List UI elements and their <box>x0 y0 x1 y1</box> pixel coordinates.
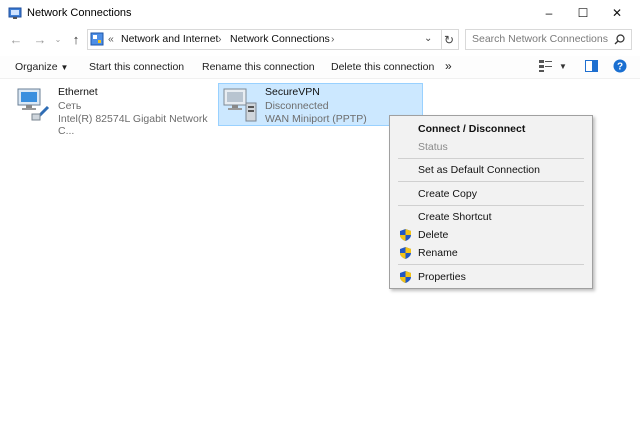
address-bar[interactable]: « Network and Internet › Network Connect… <box>87 29 442 50</box>
menu-separator <box>398 205 584 206</box>
control-panel-icon <box>90 32 104 46</box>
delete-connection-button[interactable]: Delete this connection <box>331 61 434 73</box>
address-dropdown-icon[interactable]: ⌄ <box>424 33 432 44</box>
window-title: Network Connections <box>27 7 132 19</box>
organize-button[interactable]: Organize ▼ <box>15 61 68 73</box>
search-icon[interactable] <box>614 34 625 45</box>
menu-create-copy[interactable]: Create Copy <box>418 188 477 200</box>
refresh-button[interactable]: ↻ <box>440 29 459 50</box>
preview-pane-icon[interactable] <box>585 60 598 72</box>
rename-connection-button[interactable]: Rename this connection <box>202 61 315 73</box>
search-box[interactable]: Search Network Connections <box>465 29 632 50</box>
vpn-adapter-icon <box>223 88 257 122</box>
more-commands-button[interactable]: » <box>445 59 452 73</box>
forward-arrow-icon: → <box>33 31 47 47</box>
network-folder-icon <box>8 7 22 19</box>
connection-status: Сеть <box>58 100 82 112</box>
breadcrumb-separator: › <box>218 33 222 45</box>
up-button[interactable]: ↑ <box>68 31 84 47</box>
search-placeholder: Search Network Connections <box>472 33 608 45</box>
context-menu: Connect / Disconnect Status Set as Defau… <box>389 115 593 289</box>
menu-separator <box>398 181 584 182</box>
uac-shield-icon <box>400 247 411 259</box>
menu-separator <box>398 264 584 265</box>
menu-create-shortcut[interactable]: Create Shortcut <box>418 211 492 223</box>
close-button[interactable]: ✕ <box>594 0 640 26</box>
up-arrow-icon: ↑ <box>72 31 80 47</box>
back-arrow-icon: ← <box>9 31 23 47</box>
connection-name: SecureVPN <box>265 86 320 98</box>
start-connection-button[interactable]: Start this connection <box>89 61 184 73</box>
uac-shield-icon <box>400 271 411 283</box>
organize-label: Organize <box>15 61 58 73</box>
menu-rename[interactable]: Rename <box>418 247 458 259</box>
refresh-icon: ↻ <box>443 32 455 47</box>
ethernet-adapter-icon <box>17 88 50 121</box>
change-view-icon[interactable] <box>539 60 553 72</box>
view-options-dropdown-icon[interactable]: ▼ <box>559 62 567 71</box>
menu-status[interactable]: Status <box>418 141 448 153</box>
menu-delete[interactable]: Delete <box>418 229 448 241</box>
dropdown-arrow-icon: ▼ <box>60 63 69 72</box>
uac-shield-icon <box>400 229 411 241</box>
menu-separator <box>398 158 584 159</box>
breadcrumb-separator: › <box>331 33 335 45</box>
help-icon[interactable]: ? <box>613 59 627 73</box>
connection-ethernet[interactable]: Ethernet Сеть Intel(R) 82574L Gigabit Ne… <box>12 83 217 137</box>
chevron-down-icon: ⌄ <box>54 34 62 44</box>
breadcrumb-network-and-internet[interactable]: Network and Internet <box>121 33 218 45</box>
recent-locations-button[interactable]: ⌄ <box>50 31 66 47</box>
breadcrumb-overflow[interactable]: « <box>108 33 114 45</box>
menu-connect-disconnect[interactable]: Connect / Disconnect <box>418 123 525 135</box>
connection-device: Intel(R) 82574L Gigabit Network C... <box>58 113 208 137</box>
connection-name: Ethernet <box>58 86 98 98</box>
breadcrumb-network-connections[interactable]: Network Connections <box>230 33 330 45</box>
menu-properties[interactable]: Properties <box>418 271 466 283</box>
back-button[interactable]: ← <box>8 31 24 47</box>
connection-status: Disconnected <box>265 100 329 112</box>
menu-set-default[interactable]: Set as Default Connection <box>418 164 540 176</box>
connection-device: WAN Miniport (PPTP) <box>265 113 367 125</box>
forward-button[interactable]: → <box>32 31 48 47</box>
svg-text:?: ? <box>617 62 623 73</box>
